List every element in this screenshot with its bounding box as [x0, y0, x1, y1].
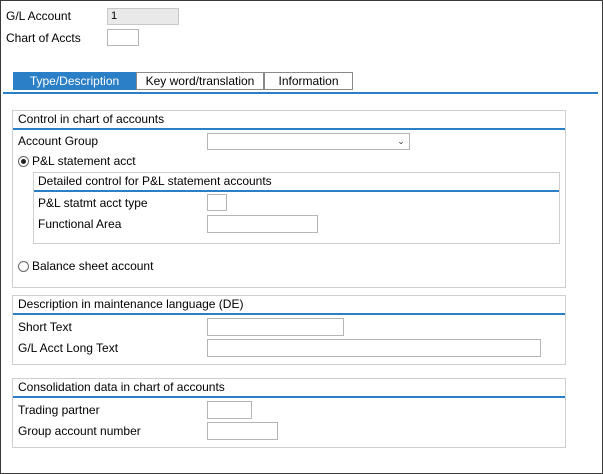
consolidation-group-title: Consolidation data in chart of accounts — [18, 380, 225, 394]
pl-detail-underline — [34, 190, 559, 192]
tab-type-description[interactable]: Type/Description — [13, 72, 136, 90]
consolidation-group: Consolidation data in chart of accounts … — [12, 378, 566, 448]
control-group: Control in chart of accounts Account Gro… — [12, 110, 566, 288]
pl-type-label: P&L statmt acct type — [38, 196, 148, 210]
tab-key-word-translation[interactable]: Key word/translation — [136, 72, 264, 90]
group-account-label: Group account number — [18, 424, 141, 438]
pl-statement-radio[interactable] — [18, 156, 29, 167]
account-group-dropdown[interactable]: ⌄ — [207, 133, 410, 150]
chart-of-accts-label: Chart of Accts — [6, 31, 81, 45]
tab-information[interactable]: Information — [264, 72, 353, 90]
account-group-label: Account Group — [18, 134, 99, 148]
gl-account-label: G/L Account — [6, 9, 71, 23]
pl-detail-title: Detailed control for P&L statement accou… — [38, 174, 272, 188]
description-group-title: Description in maintenance language (DE) — [18, 297, 244, 311]
long-text-label: G/L Acct Long Text — [18, 341, 119, 355]
short-text-label: Short Text — [18, 320, 72, 334]
functional-area-field[interactable] — [207, 215, 318, 233]
long-text-field[interactable] — [207, 339, 541, 357]
pl-type-field[interactable] — [207, 194, 227, 211]
control-group-title: Control in chart of accounts — [18, 112, 165, 126]
group-account-field[interactable] — [207, 422, 278, 440]
pl-statement-label: P&L statement acct — [32, 154, 136, 168]
consolidation-group-underline — [13, 396, 565, 398]
control-group-underline — [13, 128, 565, 130]
gl-account-field[interactable]: 1 — [107, 8, 179, 25]
tab-divider — [3, 92, 598, 94]
pl-detail-subgroup: Detailed control for P&L statement accou… — [33, 172, 560, 244]
chevron-down-icon[interactable]: ⌄ — [395, 134, 407, 149]
balance-sheet-radio[interactable] — [18, 261, 29, 272]
description-group: Description in maintenance language (DE)… — [12, 295, 566, 365]
trading-partner-field[interactable] — [207, 401, 252, 419]
functional-area-label: Functional Area — [38, 217, 122, 231]
balance-sheet-label: Balance sheet account — [32, 259, 154, 273]
trading-partner-label: Trading partner — [18, 403, 100, 417]
description-group-underline — [13, 313, 565, 315]
chart-of-accts-field[interactable] — [107, 29, 139, 46]
short-text-field[interactable] — [207, 318, 344, 336]
